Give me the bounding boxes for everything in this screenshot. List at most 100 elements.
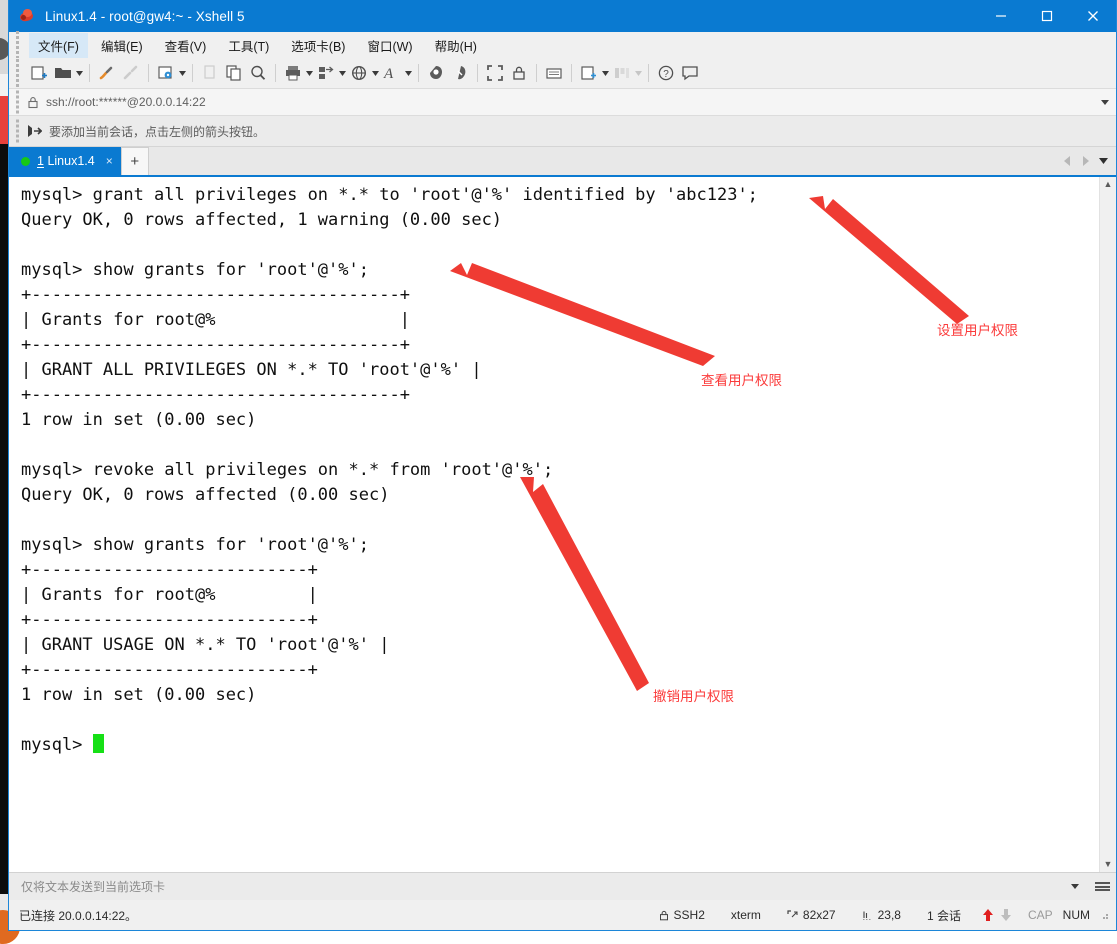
ssh-tunnel-icon[interactable] [424, 61, 448, 85]
toolbar-separator [477, 64, 478, 82]
print-dropdown-caret[interactable] [305, 61, 314, 85]
terminal-line: mysql> revoke all privileges on *.* from… [21, 460, 554, 480]
annotation-revoke-privileges: 撤销用户权限 [653, 689, 734, 705]
address-bar[interactable]: ssh://root:******@20.0.0.14:22 [9, 88, 1116, 116]
tab-bar: 1 Linux1.4 × + [9, 147, 1116, 175]
tab-linux14[interactable]: 1 Linux1.4 × [9, 147, 121, 175]
status-terminal-type[interactable]: xterm [718, 908, 774, 922]
hint-grip[interactable] [16, 119, 19, 143]
highlight-icon[interactable] [448, 61, 472, 85]
send-to-tab-bar[interactable]: 仅将文本发送到当前选项卡 [9, 872, 1116, 900]
prev-tab-icon[interactable] [1058, 147, 1076, 175]
arrange-icon [610, 61, 634, 85]
menu-bar: 文件(F) 编辑(E) 查看(V) 工具(T) 选项卡(B) 窗口(W) 帮助(… [9, 31, 1116, 59]
terminal-output[interactable]: mysql> grant all privileges on *.* to 'r… [9, 177, 1099, 872]
status-sessions[interactable]: 1 会话 [914, 907, 974, 924]
menu-file[interactable]: 文件(F) [29, 32, 88, 58]
status-size[interactable]: 82x27 [774, 908, 849, 922]
toolbar-separator [536, 64, 537, 82]
terminal-line: +------------------------------------+ [21, 385, 410, 405]
terminal-scrollbar[interactable]: ▲ ▼ [1099, 177, 1116, 872]
status-size-label: 82x27 [802, 908, 836, 922]
terminal-line: | Grants for root@% | [21, 310, 410, 330]
menu-tabs[interactable]: 选项卡(B) [282, 33, 354, 58]
terminal-line: mysql> show grants for 'root'@'%'; [21, 535, 369, 555]
new-session-icon[interactable] [27, 61, 51, 85]
hamburger-icon[interactable] [1088, 881, 1116, 893]
lock-icon [659, 910, 669, 921]
terminal-line: Query OK, 0 rows affected (0.00 sec) [21, 485, 390, 505]
send-chevron-down-icon[interactable] [1062, 884, 1088, 889]
session-hint-bar: 要添加当前会话，点击左侧的箭头按钮。 [9, 116, 1116, 147]
close-button[interactable] [1070, 0, 1116, 32]
tab-nav [1058, 147, 1116, 175]
tab-close-icon[interactable]: × [106, 154, 113, 168]
menu-window[interactable]: 窗口(W) [358, 33, 421, 58]
tab-label: 1 Linux1.4 [37, 154, 95, 168]
menu-grip[interactable] [16, 31, 19, 59]
help-icon[interactable]: ? [654, 61, 678, 85]
terminal-line: mysql> show grants for 'root'@'%'; [21, 260, 369, 280]
open-folder-icon[interactable] [51, 61, 75, 85]
font-dropdown-caret[interactable] [404, 61, 413, 85]
copy-icon[interactable] [222, 61, 246, 85]
menu-help[interactable]: 帮助(H) [426, 33, 486, 58]
scroll-up-icon[interactable]: ▲ [1104, 180, 1113, 189]
toolbar-separator [571, 64, 572, 82]
session-properties-icon[interactable] [154, 61, 178, 85]
toolbar-separator [648, 64, 649, 82]
feedback-icon[interactable] [678, 61, 702, 85]
address-input[interactable]: ssh://root:******@20.0.0.14:22 [46, 95, 1094, 109]
download-arrow-icon[interactable] [998, 908, 1022, 922]
tab-list-chevron-down-icon[interactable] [1094, 147, 1112, 175]
send-to-tab-label: 仅将文本发送到当前选项卡 [21, 880, 166, 894]
add-pane-dropdown-caret[interactable] [601, 61, 610, 85]
add-session-arrow-icon[interactable] [27, 124, 42, 138]
chevron-down-icon[interactable] [1094, 99, 1116, 105]
minimize-button[interactable] [978, 0, 1024, 32]
svg-text:A: A [383, 66, 394, 82]
find-icon[interactable] [246, 61, 270, 85]
status-protocol-label: SSH2 [673, 908, 705, 922]
status-cursor-pos[interactable]: 23,8 [849, 908, 914, 922]
globe-dropdown-caret[interactable] [371, 61, 380, 85]
tab-status-dot [21, 156, 30, 166]
upload-arrow-icon[interactable] [974, 908, 998, 922]
next-tab-icon[interactable] [1076, 147, 1094, 175]
new-tab-button[interactable]: + [120, 147, 149, 175]
maximize-button[interactable] [1024, 0, 1070, 32]
title-bar[interactable]: Linux1.4 - root@gw4:~ - Xshell 5 [9, 0, 1116, 32]
open-folder-dropdown-caret[interactable] [75, 61, 84, 85]
menu-tools[interactable]: 工具(T) [219, 33, 278, 58]
toolbar-separator [275, 64, 276, 82]
terminal-line: Query OK, 0 rows affected, 1 warning (0.… [21, 210, 503, 230]
font-icon[interactable]: A [380, 61, 404, 85]
tab-name: Linux1.4 [47, 154, 95, 168]
transfer-icon[interactable] [314, 61, 338, 85]
resize-grip[interactable] [1098, 909, 1110, 921]
status-num: NUM [1062, 908, 1090, 922]
print-icon[interactable] [281, 61, 305, 85]
toolbar-grip[interactable] [16, 59, 19, 87]
fullscreen-icon[interactable] [483, 61, 507, 85]
terminal-line: +---------------------------+ [21, 610, 318, 630]
globe-icon[interactable] [347, 61, 371, 85]
compose-pane-icon[interactable] [542, 61, 566, 85]
scroll-down-icon[interactable]: ▼ [1104, 860, 1113, 869]
lock-icon[interactable] [507, 61, 531, 85]
add-pane-icon[interactable] [577, 61, 601, 85]
transfer-dropdown-caret[interactable] [338, 61, 347, 85]
tab-strip: 1 Linux1.4 × + [9, 147, 1058, 175]
menu-edit[interactable]: 编辑(E) [92, 33, 152, 58]
toolbar: A ? [9, 58, 1116, 88]
address-grip[interactable] [16, 90, 19, 114]
terminal-line: +------------------------------------+ [21, 335, 410, 355]
session-properties-dropdown-caret[interactable] [178, 61, 187, 85]
terminal-line: 1 row in set (0.00 sec) [21, 410, 257, 430]
status-protocol[interactable]: SSH2 [646, 908, 718, 922]
cursor-pos-icon [862, 910, 873, 921]
terminal-line: +------------------------------------+ [21, 285, 410, 305]
toolbar-separator [89, 64, 90, 82]
menu-view[interactable]: 查看(V) [156, 33, 216, 58]
connect-icon[interactable] [95, 61, 119, 85]
